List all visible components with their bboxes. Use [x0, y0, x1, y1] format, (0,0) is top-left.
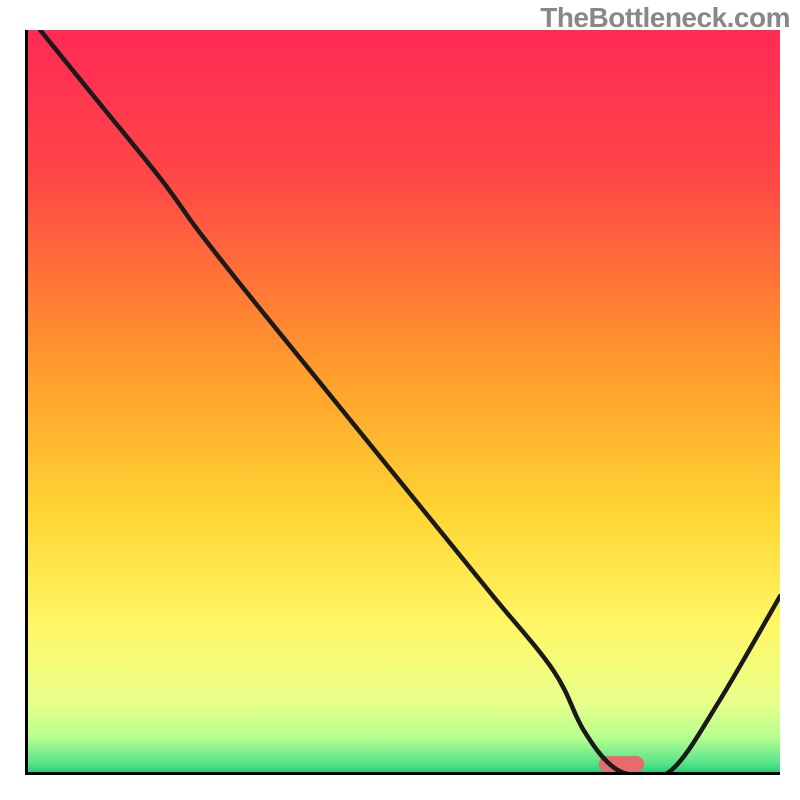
- chart-svg: [25, 30, 780, 775]
- chart-stage: TheBottleneck.com: [0, 0, 800, 800]
- chart-background: [25, 30, 780, 775]
- plot-area: [25, 30, 780, 775]
